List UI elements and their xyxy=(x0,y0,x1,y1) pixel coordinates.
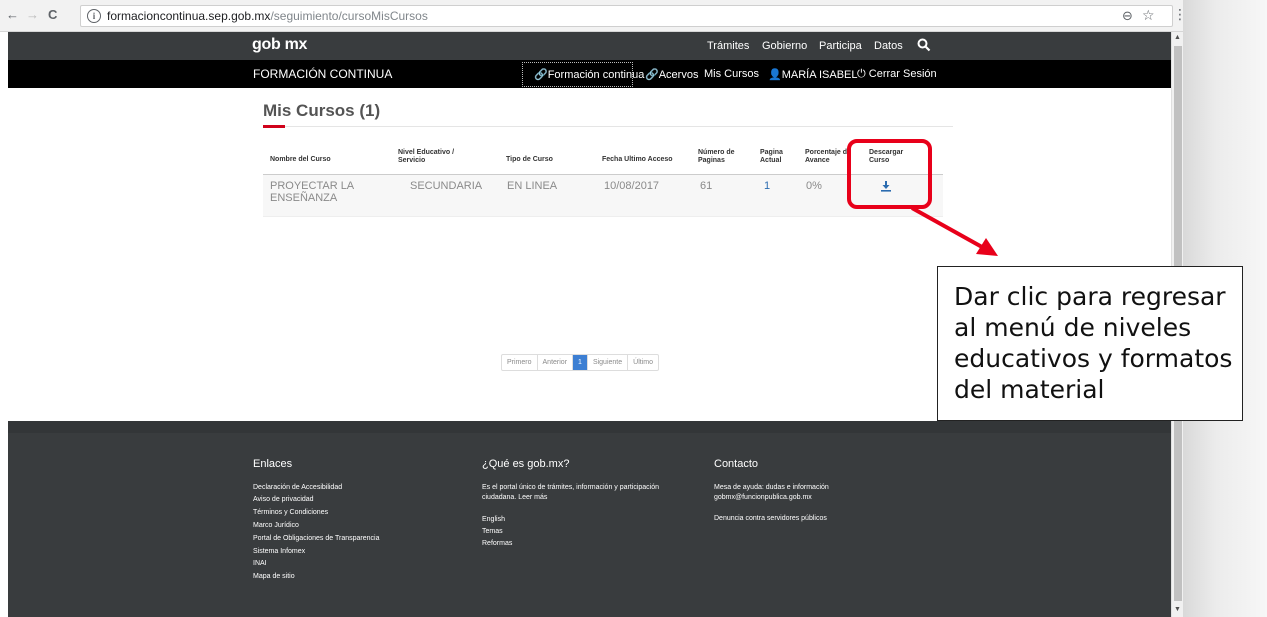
footer-contacto-link[interactable]: Denuncia contra servidores públicos xyxy=(714,514,827,523)
nav-label: Acervos xyxy=(658,69,699,81)
gob-logo[interactable]: gob mx xyxy=(252,36,307,54)
cell-pages: 61 xyxy=(700,180,713,192)
url-host: formacioncontinua.sep.gob.mx xyxy=(107,9,271,23)
footer-contacto-title: Contacto xyxy=(714,458,759,470)
footer xyxy=(8,421,1171,617)
nav-participa[interactable]: Participa xyxy=(819,40,862,52)
footer-link[interactable]: Aviso de privacidad xyxy=(253,495,314,504)
footer-link[interactable]: Declaración de Accesibilidad xyxy=(253,483,342,492)
search-icon[interactable] xyxy=(916,37,932,53)
th-avance: Porcentaje de Avance xyxy=(805,149,851,164)
footer-link[interactable]: Términos y Condiciones xyxy=(253,508,328,517)
link-icon: 🔗 xyxy=(645,69,659,81)
page-title: Mis Cursos (1) xyxy=(263,101,381,120)
footer-link-reformas[interactable]: Reformas xyxy=(482,539,512,548)
browser-toolbar: ← → C i formacioncontinua.sep.gob.mx/seg… xyxy=(0,0,1187,32)
user-icon: 👤 xyxy=(768,69,782,81)
table-row xyxy=(263,175,943,216)
pagination: Primero Anterior 1 Siguiente Último xyxy=(501,354,659,371)
cell-date: 10/08/2017 xyxy=(604,180,660,192)
nav-label: Formación continua xyxy=(547,69,645,81)
page-first[interactable]: Primero xyxy=(502,355,538,370)
cell-current-page[interactable]: 1 xyxy=(764,180,770,192)
table-row-line xyxy=(263,216,943,217)
scroll-up-icon[interactable]: ▲ xyxy=(1174,34,1181,41)
nav-datos[interactable]: Datos xyxy=(874,40,903,52)
page-prev[interactable]: Anterior xyxy=(538,355,574,370)
annotation-callout: Dar clic para regresar al menú de nivele… xyxy=(937,266,1243,421)
url-text[interactable]: formacioncontinua.sep.gob.mx/seguimiento… xyxy=(107,9,428,24)
th-fecha: Fecha Ultimo Acceso xyxy=(602,156,673,163)
th-tipo: Tipo de Curso xyxy=(506,156,553,163)
info-icon[interactable]: i xyxy=(87,9,101,23)
browser-menu-icon[interactable]: ⋮ xyxy=(1173,6,1187,23)
zoom-icon[interactable]: ⊖ xyxy=(1122,8,1133,24)
page-current[interactable]: 1 xyxy=(573,355,588,370)
power-icon: ⏻ xyxy=(857,68,866,80)
nav-formacion-continua[interactable]: 🔗Formación continua xyxy=(534,68,644,81)
nav-logout[interactable]: ⏻ Cerrar Sesión xyxy=(857,68,937,81)
footer-contacto-text: Mesa de ayuda: dudas e información xyxy=(714,484,829,491)
cell-progress: 0% xyxy=(806,180,822,192)
th-paginas: Número de Paginas xyxy=(698,149,735,164)
scroll-down-icon[interactable]: ▼ xyxy=(1174,606,1181,613)
cell-type: EN LINEA xyxy=(507,180,558,192)
url-path: /seguimiento/cursoMisCursos xyxy=(270,9,428,23)
formacion-navbar: FORMACIÓN CONTINUA 🔗Formación continua 🔗… xyxy=(8,60,1171,88)
th-nivel: Nivel Educativo / Servicio xyxy=(398,149,455,164)
address-bar[interactable]: i formacioncontinua.sep.gob.mx/seguimien… xyxy=(80,5,1173,27)
footer-que-text[interactable]: ciudadana. Leer más xyxy=(482,493,547,502)
bookmark-star-icon[interactable]: ☆ xyxy=(1142,7,1155,24)
cell-level: SECUNDARIA xyxy=(410,180,483,192)
footer-top-band xyxy=(8,421,1171,433)
user-name: MARÍA ISABEL xyxy=(781,69,858,81)
footer-contacto-email[interactable]: gobmx@funcionpublica.gob.mx xyxy=(714,493,812,502)
footer-link[interactable]: Marco Jurídico xyxy=(253,521,299,530)
nav-user[interactable]: 👤MARÍA ISABEL xyxy=(768,68,858,81)
page-next[interactable]: Siguiente xyxy=(588,355,629,370)
back-icon[interactable]: ← xyxy=(6,7,19,23)
nav-acervos[interactable]: 🔗Acervos xyxy=(645,68,698,81)
th-actual: Pagina Actual xyxy=(760,149,783,164)
reload-icon[interactable]: C xyxy=(48,7,57,23)
th-nombre: Nombre del Curso xyxy=(270,156,331,163)
title-accent xyxy=(263,125,285,128)
callout-text: Dar clic para regresar al menú de nivele… xyxy=(954,282,1233,404)
nav-gobierno[interactable]: Gobierno xyxy=(762,40,807,52)
footer-link[interactable]: Portal de Obligaciones de Transparencia xyxy=(253,534,379,543)
site-title[interactable]: FORMACIÓN CONTINUA xyxy=(253,67,392,81)
footer-link-english[interactable]: English xyxy=(482,515,505,524)
footer-link-temas[interactable]: Temas xyxy=(482,527,503,536)
footer-que-text: Es el portal único de trámites, informac… xyxy=(482,484,660,491)
footer-link[interactable]: INAI xyxy=(253,559,267,568)
gob-header: gob mx Trámites Gobierno Participa Datos xyxy=(8,32,1171,60)
cell-course-name: PROYECTAR LA ENSEÑANZA xyxy=(270,180,355,204)
nav-mis-cursos[interactable]: Mis Cursos xyxy=(704,68,759,80)
forward-icon[interactable]: → xyxy=(26,7,39,23)
footer-que-title: ¿Qué es gob.mx? xyxy=(482,458,570,470)
annotation-highlight-box xyxy=(847,139,932,209)
title-divider xyxy=(263,126,953,127)
footer-link[interactable]: Sistema Infomex xyxy=(253,547,305,556)
page-last[interactable]: Último xyxy=(628,355,658,370)
footer-enlaces-title: Enlaces xyxy=(253,458,293,470)
link-icon: 🔗 xyxy=(534,69,548,81)
logout-label: Cerrar Sesión xyxy=(868,68,937,80)
footer-link[interactable]: Mapa de sitio xyxy=(253,572,295,581)
nav-tramites[interactable]: Trámites xyxy=(707,40,749,52)
